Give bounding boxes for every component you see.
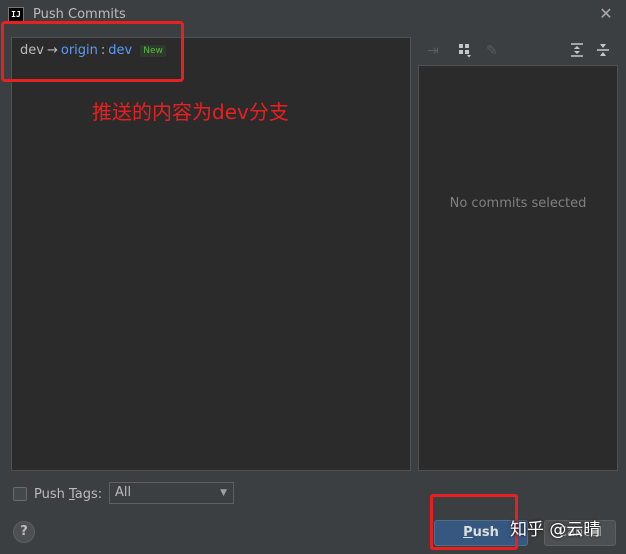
expand-all-icon[interactable]: [568, 42, 586, 60]
details-toolbar: ⇥ ✎: [417, 37, 617, 65]
close-button[interactable]: ✕: [596, 4, 616, 24]
push-tags-label[interactable]: Push Tags:: [34, 487, 102, 502]
window-title: Push Commits: [33, 7, 126, 22]
push-tags-row: Push Tags:: [13, 483, 102, 505]
tags-mode-select[interactable]: All ▼: [109, 482, 234, 504]
chevron-down-icon: ▼: [220, 488, 227, 498]
group-by-icon[interactable]: [456, 42, 474, 60]
collapse-all-icon[interactable]: [594, 42, 612, 60]
annotation-box-push: [430, 494, 518, 550]
help-button[interactable]: ?: [13, 521, 35, 543]
annotation-note: 推送的内容为dev分支: [92, 100, 289, 124]
tags-mode-value: All: [115, 485, 132, 500]
cherry-pick-icon[interactable]: ⇥: [424, 42, 442, 60]
commit-details-panel: No commits selected: [418, 65, 618, 471]
close-icon: ✕: [599, 4, 613, 23]
push-tags-checkbox[interactable]: [13, 487, 27, 501]
empty-details-text: No commits selected: [449, 196, 587, 211]
watermark-text: 知乎 @云晴: [510, 520, 601, 540]
edit-icon[interactable]: ✎: [483, 42, 501, 60]
annotation-box-branch: [1, 21, 184, 82]
